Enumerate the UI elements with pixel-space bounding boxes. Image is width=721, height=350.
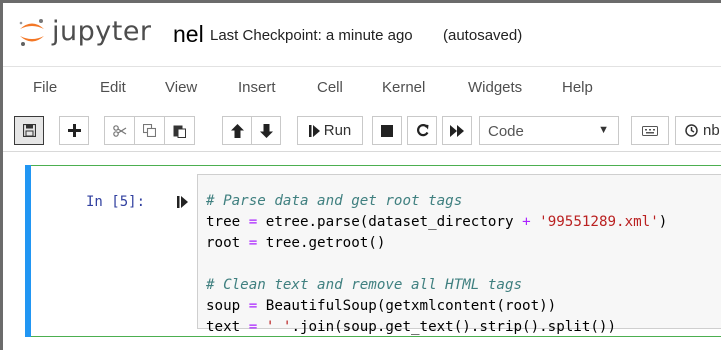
menu-widgets[interactable]: Widgets <box>468 79 522 97</box>
code-token: tree <box>206 214 249 230</box>
menu-edit[interactable]: Edit <box>100 79 126 97</box>
plus-icon <box>67 124 81 137</box>
interrupt-kernel-button[interactable] <box>372 116 402 145</box>
copy-button[interactable] <box>134 116 165 145</box>
code-token-str: ' ' <box>265 319 292 335</box>
cell-type-value: Code <box>488 123 524 140</box>
scissors-icon <box>112 124 126 137</box>
code-editor[interactable]: # Parse data and get root tags tree = etr… <box>197 174 721 335</box>
code-line: soup = BeautifulSoup(getxmlcontent(root)… <box>206 296 667 317</box>
paste-icon <box>173 125 186 138</box>
step-forward-icon <box>308 124 320 137</box>
code-line: # Parse data and get root tags <box>206 191 667 212</box>
cell-selection-bar <box>25 165 31 337</box>
code-token-op: = <box>248 214 258 230</box>
checkpoint-status: Last Checkpoint: a minute ago <box>210 27 413 44</box>
notebook-container: In [5]: # Parse data and get root tags tr… <box>3 152 721 350</box>
menu-kernel[interactable]: Kernel <box>382 79 425 97</box>
code-token: root <box>206 235 249 251</box>
run-button[interactable]: Run <box>297 116 363 145</box>
move-up-button[interactable] <box>222 116 252 145</box>
jupyter-logo-text: jupyter <box>52 16 152 47</box>
code-text: # Parse data and get root tags tree = etr… <box>206 191 667 338</box>
code-cell[interactable]: In [5]: # Parse data and get root tags tr… <box>25 165 721 337</box>
restart-icon <box>416 124 428 137</box>
stop-icon <box>381 124 393 137</box>
code-token: .join(soup.get_text().strip().split()) <box>291 319 617 335</box>
chevron-down-icon: ▼ <box>598 124 609 136</box>
nbextensions-label: nb <box>703 121 720 139</box>
code-token-op: = <box>248 235 258 251</box>
code-token-op: = <box>248 298 258 314</box>
menu-insert[interactable]: Insert <box>238 79 276 97</box>
code-line: # Clean text and remove all HTML tags <box>206 275 667 296</box>
menu-view[interactable]: View <box>165 79 197 97</box>
code-token: BeautifulSoup(getxmlcontent(root)) <box>257 298 557 314</box>
notebook-window: jupyter nel Last Checkpoint: a minute ag… <box>0 0 721 350</box>
add-cell-button[interactable] <box>59 116 89 145</box>
nbextensions-button[interactable]: nb <box>675 116 721 145</box>
run-button-label: Run <box>323 121 352 139</box>
menu-file[interactable]: File <box>33 79 57 97</box>
save-icon <box>22 124 36 137</box>
paste-button[interactable] <box>164 116 195 145</box>
arrow-down-icon <box>259 123 273 138</box>
command-palette-button[interactable] <box>631 116 669 145</box>
save-button[interactable] <box>14 116 44 145</box>
code-token: ) <box>658 214 668 230</box>
code-line: text = ' '.join(soup.get_text().strip().… <box>206 317 667 338</box>
code-token-op: = <box>248 319 258 335</box>
toolbar: Run Code ▼ nb <box>3 108 721 152</box>
code-line: tree = etree.parse(dataset_directory + '… <box>206 212 667 233</box>
code-token: etree.parse(dataset_directory <box>257 214 523 230</box>
code-token-str: '99551289.xml' <box>539 214 659 230</box>
clock-icon <box>685 124 698 137</box>
code-line: root = tree.getroot() <box>206 233 667 254</box>
header: jupyter nel Last Checkpoint: a minute ag… <box>3 3 721 66</box>
run-cell-icon[interactable] <box>177 196 188 208</box>
autosave-status: (autosaved) <box>443 27 523 44</box>
notebook-name[interactable]: nel <box>173 21 204 47</box>
code-token: soup <box>206 298 249 314</box>
menu-bar: File Edit View Insert Cell Kernel Widget… <box>3 66 721 108</box>
restart-kernel-button[interactable] <box>407 116 437 145</box>
jupyter-logo[interactable]: jupyter <box>17 17 152 47</box>
move-down-button[interactable] <box>251 116 281 145</box>
jupyter-logo-icon <box>17 17 47 47</box>
code-comment: # Clean text and remove all HTML tags <box>206 277 523 293</box>
arrow-up-icon <box>230 123 244 138</box>
cut-button[interactable] <box>104 116 135 145</box>
code-token: tree.getroot() <box>257 235 386 251</box>
menu-cell[interactable]: Cell <box>317 79 343 97</box>
restart-run-all-button[interactable] <box>442 116 472 145</box>
cell-type-select[interactable]: Code ▼ <box>479 116 619 145</box>
code-token: text <box>206 319 249 335</box>
copy-icon <box>143 124 156 137</box>
input-prompt: In [5]: <box>86 194 146 210</box>
fast-forward-icon <box>450 124 464 137</box>
keyboard-icon <box>642 125 658 136</box>
code-comment: # Parse data and get root tags <box>206 193 463 209</box>
menu-help[interactable]: Help <box>562 79 593 97</box>
code-token-op: + <box>522 214 531 230</box>
